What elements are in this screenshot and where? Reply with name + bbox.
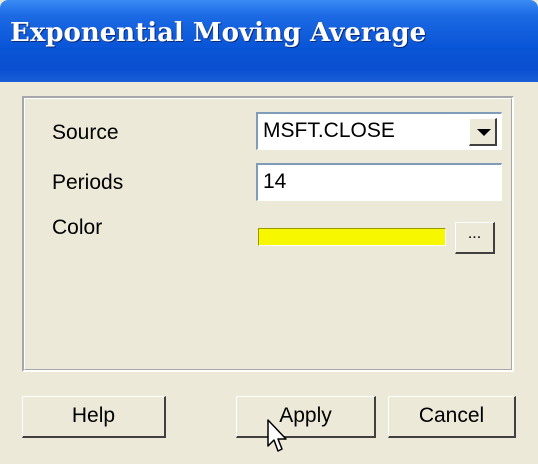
help-button[interactable]: Help: [22, 396, 166, 438]
source-dropdown-button[interactable]: [469, 118, 497, 146]
cancel-button[interactable]: Cancel: [388, 396, 516, 438]
periods-label: Periods: [52, 171, 124, 194]
source-value: MSFT.CLOSE: [263, 119, 395, 142]
title-bar[interactable]: Exponential Moving Average: [0, 0, 538, 82]
color-swatch[interactable]: [258, 228, 446, 246]
color-picker-button[interactable]: ...: [455, 222, 495, 254]
dialog-title: Exponential Moving Average: [10, 18, 427, 48]
source-select[interactable]: MSFT.CLOSE: [256, 112, 502, 150]
color-label: Color: [52, 216, 103, 239]
source-label: Source: [52, 121, 119, 144]
ema-dialog: Exponential Moving Average Source MSFT.C…: [0, 0, 538, 464]
periods-value: 14: [263, 170, 287, 193]
mouse-pointer-icon: [267, 419, 287, 452]
periods-input[interactable]: 14: [256, 163, 502, 201]
chevron-down-icon: [477, 129, 491, 136]
apply-button[interactable]: Apply: [236, 396, 376, 438]
